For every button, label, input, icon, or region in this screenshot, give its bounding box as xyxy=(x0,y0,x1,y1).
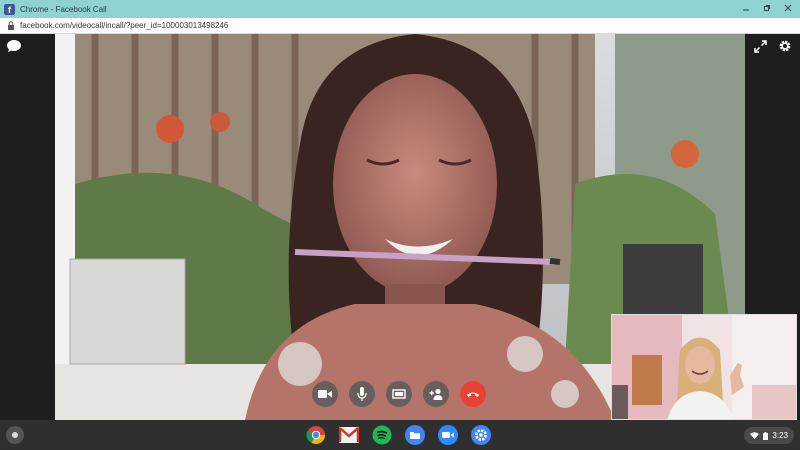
facebook-icon: f xyxy=(4,3,15,15)
gear-icon[interactable] xyxy=(778,39,792,53)
video-call-area xyxy=(0,34,800,420)
call-controls xyxy=(312,381,486,407)
status-tray[interactable]: 3:23 xyxy=(744,427,794,444)
hang-up-icon xyxy=(467,392,479,397)
microphone-icon xyxy=(357,387,367,401)
chat-bubble-icon[interactable] xyxy=(6,39,22,53)
zoom-icon[interactable] xyxy=(437,424,459,446)
gmail-icon[interactable] xyxy=(338,424,360,446)
clock-time: 3:23 xyxy=(772,431,788,440)
launcher-icon xyxy=(12,432,18,438)
restore-icon xyxy=(764,5,770,11)
chrome-icon[interactable] xyxy=(305,424,327,446)
battery-icon xyxy=(763,431,769,440)
window-title: Chrome - Facebook Call xyxy=(20,4,107,14)
end-call-button[interactable] xyxy=(460,381,486,407)
minimize-icon xyxy=(743,9,749,11)
wifi-icon xyxy=(750,432,760,439)
video-button[interactable] xyxy=(312,381,338,407)
left-letterbox xyxy=(0,34,55,420)
spotify-icon[interactable] xyxy=(371,424,393,446)
url-text[interactable]: facebook.com/videocall/incall/?peer_id=1… xyxy=(20,21,228,30)
lock-icon xyxy=(6,21,16,31)
video-camera-icon xyxy=(318,390,332,398)
address-bar[interactable]: facebook.com/videocall/incall/?peer_id=1… xyxy=(0,18,800,34)
close-button[interactable] xyxy=(782,2,794,14)
add-person-button[interactable] xyxy=(423,381,449,407)
launcher-button[interactable] xyxy=(6,426,24,444)
mute-button[interactable] xyxy=(349,381,375,407)
minimize-button[interactable] xyxy=(740,2,752,14)
window-title-bar: f Chrome - Facebook Call xyxy=(0,0,800,18)
pinned-apps xyxy=(305,424,492,446)
self-view-video[interactable] xyxy=(611,314,797,420)
expand-icon[interactable] xyxy=(754,40,767,53)
close-icon xyxy=(784,4,792,12)
screen-share-button[interactable] xyxy=(386,381,412,407)
files-icon[interactable] xyxy=(404,424,426,446)
add-person-icon xyxy=(429,388,443,400)
restore-button[interactable] xyxy=(761,2,773,14)
settings-icon[interactable] xyxy=(470,424,492,446)
window-controls xyxy=(740,2,794,14)
screen-icon xyxy=(392,389,406,399)
os-shelf: 3:23 xyxy=(0,420,800,450)
